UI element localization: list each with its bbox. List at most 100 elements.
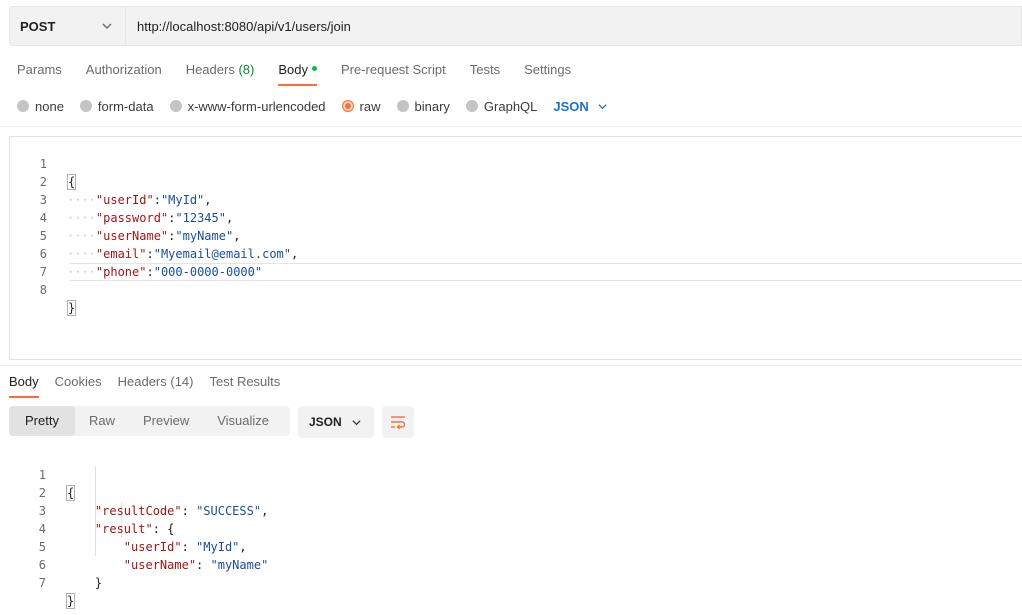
divider — [0, 126, 1022, 127]
brace: { — [66, 485, 76, 501]
code-line: 4 "userId": "MyId", — [9, 502, 247, 554]
view-preview-button[interactable]: Preview — [129, 406, 203, 436]
method-select[interactable]: POST — [10, 7, 126, 45]
request-tabs: Params Authorization Headers (8) Body Pr… — [17, 58, 595, 86]
body-type-label: binary — [414, 98, 450, 114]
json-value: "MyId" — [160, 193, 205, 207]
json-key: "result" — [94, 522, 153, 536]
brace: { — [167, 522, 175, 536]
tab-label: Body — [278, 62, 308, 77]
code-line: 2 ····"userId":"MyId", — [10, 155, 212, 207]
response-format-label: JSON — [309, 415, 342, 429]
brace: } — [66, 593, 76, 609]
json-key: "resultCode" — [94, 504, 182, 518]
tab-label: Headers — [185, 62, 235, 77]
brace: { — [67, 174, 77, 190]
json-value: "000-0000-0000" — [153, 265, 263, 279]
json-key: "userId" — [95, 193, 154, 207]
method-label: POST — [20, 18, 56, 34]
body-type-binary[interactable]: binary — [396, 98, 450, 114]
code-line: 6 } — [9, 538, 102, 590]
headers-count: (8) — [238, 62, 255, 77]
response-format-select[interactable]: JSON — [298, 406, 374, 438]
view-pretty-button[interactable]: Pretty — [9, 406, 75, 436]
tab-label: Pre-request Script — [340, 62, 446, 77]
tab-tests[interactable]: Tests — [470, 58, 500, 86]
json-value: "myName" — [210, 558, 269, 572]
json-value: "MyId" — [196, 540, 240, 554]
tab-settings[interactable]: Settings — [524, 58, 571, 86]
tab-label: Authorization — [85, 62, 162, 77]
response-body-viewer[interactable]: 1 { 2 "resultCode": "SUCCESS", 3 "result… — [9, 448, 1022, 609]
brace: } — [94, 576, 103, 590]
code-line: 1 { — [10, 137, 77, 190]
radio-icon — [17, 100, 29, 112]
json-key: "userName" — [95, 229, 169, 243]
json-key: "userId" — [123, 540, 182, 554]
tab-label: Settings — [524, 62, 572, 77]
tab-body[interactable]: Body — [278, 58, 317, 86]
wrap-lines-button[interactable] — [382, 406, 414, 438]
tab-headers[interactable]: Headers (8) — [186, 58, 255, 86]
tab-params[interactable]: Params — [17, 58, 62, 86]
divider — [0, 365, 1022, 366]
json-value: "12345" — [175, 211, 226, 225]
radio-icon — [396, 100, 409, 112]
response-tabs: Body Cookies Headers (14) Test Results — [9, 370, 296, 398]
line-number: 7 — [38, 576, 46, 590]
body-type-options: none form-data x-www-form-urlencoded raw… — [17, 96, 608, 116]
request-body-editor[interactable]: 1 { 2 ····"userId":"MyId", 3 ····"passwo… — [9, 136, 1022, 360]
body-type-label: none — [35, 98, 64, 114]
response-tab-cookies[interactable]: Cookies — [55, 370, 102, 398]
body-type-urlencoded[interactable]: x-www-form-urlencoded — [169, 98, 326, 114]
body-type-graphql[interactable]: GraphQL — [465, 98, 538, 114]
response-tab-headers[interactable]: Headers (14) — [118, 370, 194, 398]
active-indicator-dot — [311, 66, 317, 72]
tab-label: Headers (14) — [117, 374, 194, 389]
body-type-label: raw — [359, 98, 381, 114]
code-line: 3 ····"password":"12345", — [10, 173, 233, 225]
view-raw-button[interactable]: Raw — [75, 406, 129, 436]
view-visualize-button[interactable]: Visualize — [203, 406, 283, 436]
json-value: "SUCCESS" — [196, 504, 262, 518]
radio-selected-icon — [341, 100, 354, 112]
chevron-down-icon — [598, 103, 607, 109]
tab-pre-request-script[interactable]: Pre-request Script — [341, 58, 446, 86]
body-type-label: GraphQL — [483, 98, 538, 114]
body-type-form-data[interactable]: form-data — [79, 98, 154, 114]
body-type-label: x-www-form-urlencoded — [187, 98, 326, 114]
json-value: "Myemail@email.com" — [153, 247, 291, 261]
body-language-label: JSON — [553, 98, 589, 114]
chevron-down-icon — [102, 23, 112, 29]
body-type-label: form-data — [97, 98, 154, 114]
line-number: 8 — [39, 283, 47, 297]
code-line: 6 ····"phone":"000-0000-0000" — [10, 227, 262, 279]
code-line: 2 "resultCode": "SUCCESS", — [9, 466, 269, 518]
tab-label: Body — [9, 374, 39, 389]
tab-label: Tests — [469, 62, 501, 77]
code-line: 1 { — [9, 448, 76, 501]
response-tab-body[interactable]: Body — [9, 370, 39, 398]
body-type-raw[interactable]: raw — [341, 98, 381, 114]
body-type-none[interactable]: none — [17, 99, 64, 114]
json-key: "phone" — [95, 265, 147, 279]
radio-icon — [79, 100, 92, 112]
url-input[interactable]: http://localhost:8080/api/v1/users/join — [126, 19, 351, 34]
radio-icon — [169, 100, 182, 112]
code-line: 7 } — [9, 556, 76, 609]
chevron-down-icon — [352, 419, 361, 425]
code-line: 3 "result": { — [9, 484, 175, 536]
json-key: "password" — [95, 211, 169, 225]
view-mode-selector: Pretty Raw Preview Visualize — [9, 406, 290, 436]
body-language-select[interactable]: JSON — [553, 99, 607, 114]
request-url-bar: POST http://localhost:8080/api/v1/users/… — [9, 6, 1022, 46]
tab-label: Cookies — [54, 374, 102, 389]
code-line: 5 "userName": "myName" — [9, 520, 269, 572]
json-value: "myName" — [175, 229, 234, 243]
response-tab-test-results[interactable]: Test Results — [209, 370, 280, 398]
tab-label: Test Results — [209, 374, 281, 389]
json-key: "email" — [95, 247, 147, 261]
brace: } — [67, 300, 77, 316]
wrap-lines-icon — [391, 416, 406, 429]
tab-authorization[interactable]: Authorization — [86, 58, 162, 86]
